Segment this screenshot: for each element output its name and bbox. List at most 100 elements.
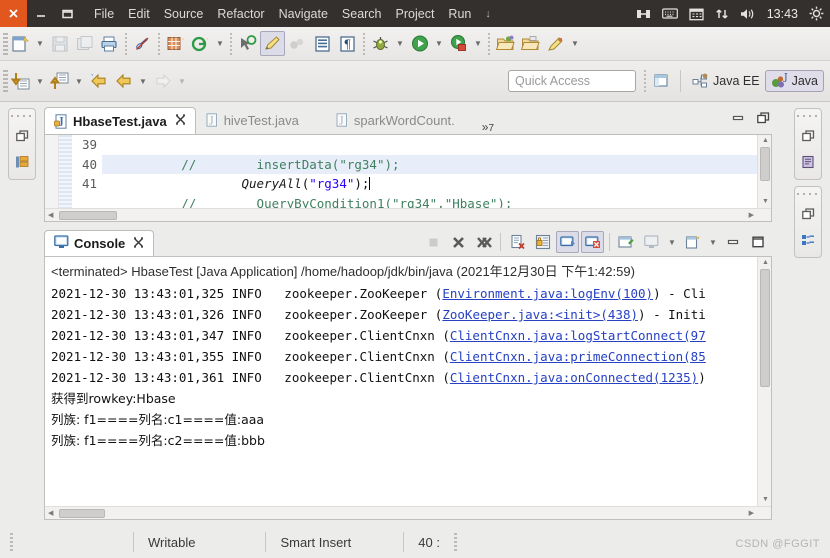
volume-icon[interactable] (740, 7, 756, 21)
status-grip-2[interactable] (453, 533, 457, 551)
console-tab[interactable]: Console (44, 230, 155, 256)
console-hscroll-right-arrow[interactable]: ▶ (749, 509, 754, 517)
remove-all-terminated-button[interactable] (472, 231, 495, 253)
restore-icon[interactable] (797, 126, 819, 146)
step-out-button[interactable] (47, 69, 72, 94)
editor-tab-hbasetest[interactable]: J HbaseTest.java (44, 107, 196, 134)
new-package-button[interactable] (493, 31, 518, 56)
menu-item-source[interactable]: Source (164, 7, 204, 21)
coverage-dropdown[interactable]: ▼ (471, 32, 485, 56)
close-window-button[interactable] (0, 0, 27, 27)
print-button[interactable] (97, 31, 122, 56)
keyboard-icon[interactable] (661, 7, 678, 20)
run-dropdown[interactable]: ▼ (432, 32, 446, 56)
minimize-icon[interactable] (732, 111, 745, 129)
console-vertical-scrollbar[interactable]: ▲ ▼ (757, 257, 771, 519)
console-hscroll-thumb[interactable] (59, 509, 105, 518)
close-icon[interactable] (175, 114, 186, 128)
console-horizontal-scrollbar[interactable]: ◀ ▶ (45, 506, 771, 519)
status-grip[interactable] (10, 533, 13, 551)
menu-item-run[interactable]: Run (448, 7, 471, 21)
toggle-breakpoint-button[interactable] (130, 31, 155, 56)
forward-button[interactable] (150, 69, 175, 94)
run-button[interactable] (407, 31, 432, 56)
hscroll-left-arrow[interactable]: ◀ (48, 211, 53, 219)
menu-item-refactor[interactable]: Refactor (217, 7, 264, 21)
new-dropdown[interactable]: ▼ (33, 32, 47, 56)
console-scroll-down-arrow[interactable]: ▼ (761, 496, 770, 503)
log-link[interactable]: ClientCnxn.java:logStartConnect(97 (450, 328, 706, 343)
perspective-java[interactable]: J Java (764, 70, 824, 92)
external-tools-dropdown[interactable]: ▼ (568, 32, 582, 56)
editor-tab-overflow[interactable]: » 7 (482, 120, 494, 134)
display-selected-console-dropdown[interactable]: ▼ (665, 230, 679, 254)
hscroll-thumb[interactable] (59, 211, 117, 220)
perspective-java-ee[interactable]: Java EE (687, 71, 765, 91)
maximize-icon[interactable] (757, 111, 770, 129)
task-list-icon[interactable] (797, 230, 819, 250)
scroll-up-arrow[interactable]: ▲ (761, 137, 770, 144)
save-all-button[interactable] (72, 31, 97, 56)
external-tools-button[interactable] (543, 31, 568, 56)
back-to-edit-button[interactable] (86, 69, 111, 94)
console-scroll-thumb[interactable] (760, 269, 770, 387)
terminate-button[interactable] (422, 231, 445, 253)
back-button[interactable] (111, 69, 136, 94)
sidebar-drag-handle-right-top[interactable] (797, 112, 819, 120)
console-hscroll-left-arrow[interactable]: ◀ (48, 509, 53, 517)
package-explorer-icon[interactable] (11, 152, 33, 172)
open-resource-button[interactable] (518, 31, 543, 56)
debug-button[interactable] (368, 31, 393, 56)
code-editor[interactable]: 39 40 41 // insertData("rg34"); QueryAll… (44, 134, 772, 222)
minimize-console-button[interactable] (722, 231, 745, 253)
show-whitespace-button[interactable] (310, 31, 335, 56)
gear-icon[interactable] (809, 6, 824, 21)
show-console-on-output-button[interactable] (556, 231, 579, 253)
new-git-repo-button[interactable] (188, 31, 213, 56)
minimize-window-button[interactable] (27, 0, 54, 27)
sidebar-drag-handle-right-bottom[interactable] (797, 190, 819, 198)
close-icon[interactable] (133, 236, 144, 251)
back-dropdown[interactable]: ▼ (136, 69, 150, 93)
console-scroll-up-arrow[interactable]: ▲ (761, 259, 770, 266)
scroll-down-arrow[interactable]: ▼ (761, 198, 770, 205)
open-perspective-button[interactable] (649, 69, 674, 94)
step-into-button[interactable] (8, 69, 33, 94)
forward-dropdown[interactable]: ▼ (175, 69, 189, 93)
bubble-button[interactable] (285, 31, 310, 56)
git-dropdown[interactable]: ▼ (213, 32, 227, 56)
log-link[interactable]: ClientCnxn.java:onConnected(1235) (450, 370, 698, 385)
editor-tab-sparkwordcount[interactable]: J sparkWordCount. (326, 107, 464, 134)
menu-item-project[interactable]: Project (396, 7, 435, 21)
menu-item-navigate[interactable]: Navigate (279, 7, 328, 21)
system-clock[interactable]: 13:43 (767, 7, 798, 21)
display-selected-console-button[interactable] (640, 231, 663, 253)
quick-outline-button[interactable] (260, 31, 285, 56)
outline-icon[interactable] (797, 152, 819, 172)
clear-console-button[interactable] (506, 231, 529, 253)
network-transfer-icon[interactable] (715, 7, 729, 21)
maximize-console-button[interactable] (747, 231, 770, 253)
coverage-button[interactable] (446, 31, 471, 56)
show-console-on-error-button[interactable] (581, 231, 604, 253)
open-console-button[interactable] (681, 231, 704, 253)
hscroll-right-arrow[interactable]: ▶ (749, 211, 754, 219)
restore-icon[interactable] (797, 204, 819, 224)
menu-item-search[interactable]: Search (342, 7, 382, 21)
new-java-project-button[interactable] (163, 31, 188, 56)
debug-dropdown[interactable]: ▼ (393, 32, 407, 56)
restore-icon[interactable] (11, 126, 33, 146)
editor-horizontal-scrollbar[interactable]: ◀ ▶ (45, 208, 771, 221)
network-icon[interactable] (636, 7, 651, 21)
log-link[interactable]: ZooKeeper.java:<init>(438) (442, 307, 638, 322)
lock-scroll-button[interactable] (531, 231, 554, 253)
scroll-thumb[interactable] (760, 147, 770, 181)
menu-item-edit[interactable]: Edit (128, 7, 150, 21)
log-link[interactable]: ClientCnxn.java:primeConnection(85 (450, 349, 706, 364)
step-out-dropdown[interactable]: ▼ (72, 69, 86, 93)
maximize-window-button[interactable] (54, 0, 81, 27)
pin-console-button[interactable] (615, 231, 638, 253)
open-type-button[interactable] (235, 31, 260, 56)
new-button[interactable] (8, 31, 33, 56)
console-output[interactable]: <terminated> HbaseTest [Java Application… (44, 256, 772, 520)
